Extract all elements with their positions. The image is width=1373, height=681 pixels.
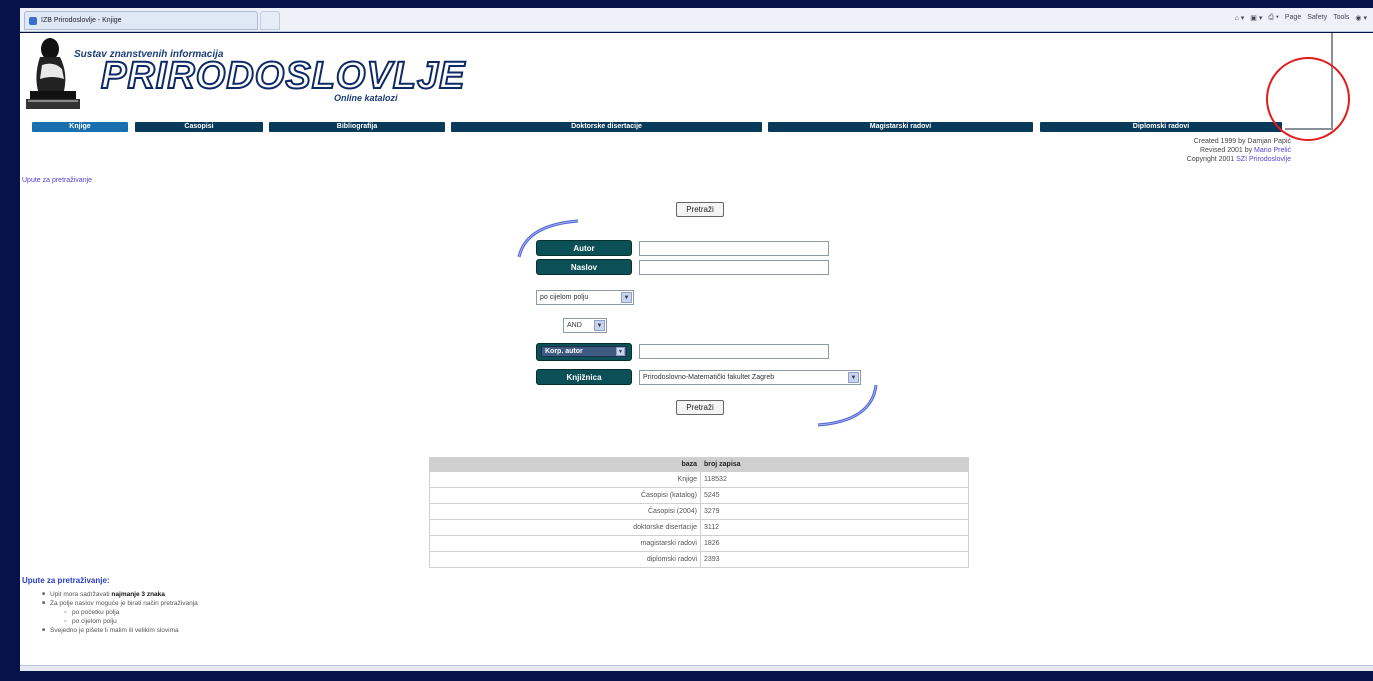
records-table: baza broj zapisa Knjige 118532 Časopisi … [429,457,969,568]
field-mode-select[interactable]: po cijelom polju ▼ [536,290,634,305]
library-label: Knjižnica [536,369,632,385]
new-tab-button[interactable] [260,11,280,30]
nav-item-diplomski[interactable]: Diplomski radovi [1040,122,1282,132]
instructions-title: Upute za pretraživanje: [22,576,110,585]
table-cell-base: Časopisi (2004) [430,504,700,519]
table-cell-base: doktorske disertacije [430,520,700,535]
author-link[interactable]: Mario Prelić [1254,147,1291,154]
decorative-arc-bottom [817,384,878,427]
browser-toolbar: IZB Prirodoslovlje - Knjige ⌂ ▾ ▣ ▾ ⎙ ▾ … [20,8,1373,32]
help-link[interactable]: Upute za pretraživanje [22,177,92,184]
list-item: Svejedno je pišete li malim ili velikim … [42,626,198,635]
print-icon[interactable]: ⎙ ▾ [1268,14,1279,22]
library-value: Prirodoslovno-Matematički fakultet Zagre… [643,374,775,381]
annotation-circle [1266,57,1350,141]
logo-title: PRIRODOSLOVLJE [100,54,466,98]
nav-item-knjige[interactable]: Knjige [32,122,128,132]
list-item: Upit mora sadržavati najmanje 3 znaka [42,590,198,599]
szi-link[interactable]: SZI Prirodoslovlje [1236,156,1291,163]
min-chars-text: najmanje 3 znaka [111,591,165,598]
table-cell-base: diplomski radovi [430,552,700,567]
corp-author-value: Korp. autor [545,348,583,355]
reader-figure-icon [26,38,80,109]
table-row: magistarski radovi 1826 [430,536,968,551]
site-logo[interactable]: Sustav znanstvenih informacija PRIRODOSL… [24,33,466,115]
field-mode-value: po cijelom polju [540,294,589,301]
nav-item-bibliografija[interactable]: Bibliografija [269,122,445,132]
nav-item-magistarski[interactable]: Magistarski radovi [768,122,1033,132]
nav-item-casopisi[interactable]: Časopisi [135,122,263,132]
corp-author-select[interactable]: Korp. autor ▼ [541,346,627,357]
main-nav: Knjige Časopisi Bibliografija Doktorske … [32,122,1282,132]
table-cell-count: 5245 [701,488,968,503]
table-row: doktorske disertacije 3112 [430,520,968,535]
column-header-count: broj zapisa [701,458,968,471]
tools-menu[interactable]: Tools [1333,14,1349,22]
home-icon[interactable]: ⌂ ▾ [1235,14,1245,22]
search-button-bottom[interactable]: Pretraži [676,400,724,415]
table-cell-base: magistarski radovi [430,536,700,551]
table-row: Knjige 118532 [430,472,968,487]
operator-select[interactable]: AND ▼ [563,318,607,333]
help-icon[interactable]: ◉ ▾ [1355,14,1367,22]
list-subitem: po cijelom polju [42,617,198,626]
table-cell-count: 3279 [701,504,968,519]
table-cell-count: 1826 [701,536,968,551]
search-button-top[interactable]: Pretraži [676,202,724,217]
table-cell-base: Časopisi (katalog) [430,488,700,503]
table-cell-base: Knjige [430,472,700,487]
page-favicon-icon [29,16,37,25]
list-subitem: po početku polja [42,608,198,617]
credits-block: Created 1999 by Damjan Papić Revised 200… [1187,137,1291,164]
credits-revised: Revised 2001 by Mario Prelić [1199,147,1291,154]
table-row: diplomski radovi 2393 [430,552,968,567]
credits-copyright: Copyright 2001 SZI Prirodoslovlje [1186,156,1291,163]
safety-menu[interactable]: Safety [1307,14,1327,22]
page-menu[interactable]: Page [1285,14,1301,22]
logo-catalog-text: Online katalozi [334,93,398,103]
credits-created: Created 1999 by Damjan Papić [1193,138,1291,145]
web-page: Sustav znanstvenih informacija PRIRODOSL… [20,33,1373,665]
column-header-base: baza [430,458,700,471]
title-input[interactable] [639,260,829,275]
operator-value: AND [567,322,582,329]
chevron-down-icon: ▼ [848,372,859,383]
tab-title: IZB Prirodoslovlje - Knjige [41,17,122,24]
table-cell-count: 3112 [701,520,968,535]
table-row: Časopisi (katalog) 5245 [430,488,968,503]
browser-status-bar [20,665,1373,671]
chevron-down-icon: ▼ [621,292,632,303]
chevron-down-icon: ▼ [616,347,625,356]
corp-author-input[interactable] [639,344,829,359]
table-cell-count: 118532 [701,472,968,487]
author-input[interactable] [639,241,829,256]
list-item: Za polje naslov moguće je birati način p… [42,599,198,608]
corp-author-label-box: Korp. autor ▼ [536,343,632,361]
table-header-row: baza broj zapisa [430,458,968,471]
browser-tab[interactable]: IZB Prirodoslovlje - Knjige [24,11,258,30]
title-label: Naslov [536,259,632,275]
feeds-icon[interactable]: ▣ ▾ [1250,14,1262,22]
chevron-down-icon: ▼ [594,320,605,331]
table-cell-count: 2393 [701,552,968,567]
instructions-list: Upit mora sadržavati najmanje 3 znaka Za… [42,590,198,635]
command-bar: ⌂ ▾ ▣ ▾ ⎙ ▾ Page Safety Tools ◉ ▾ [1235,14,1367,22]
table-row: Časopisi (2004) 3279 [430,504,968,519]
author-label: Autor [536,240,632,256]
nav-item-doktorske[interactable]: Doktorske disertacije [451,122,762,132]
